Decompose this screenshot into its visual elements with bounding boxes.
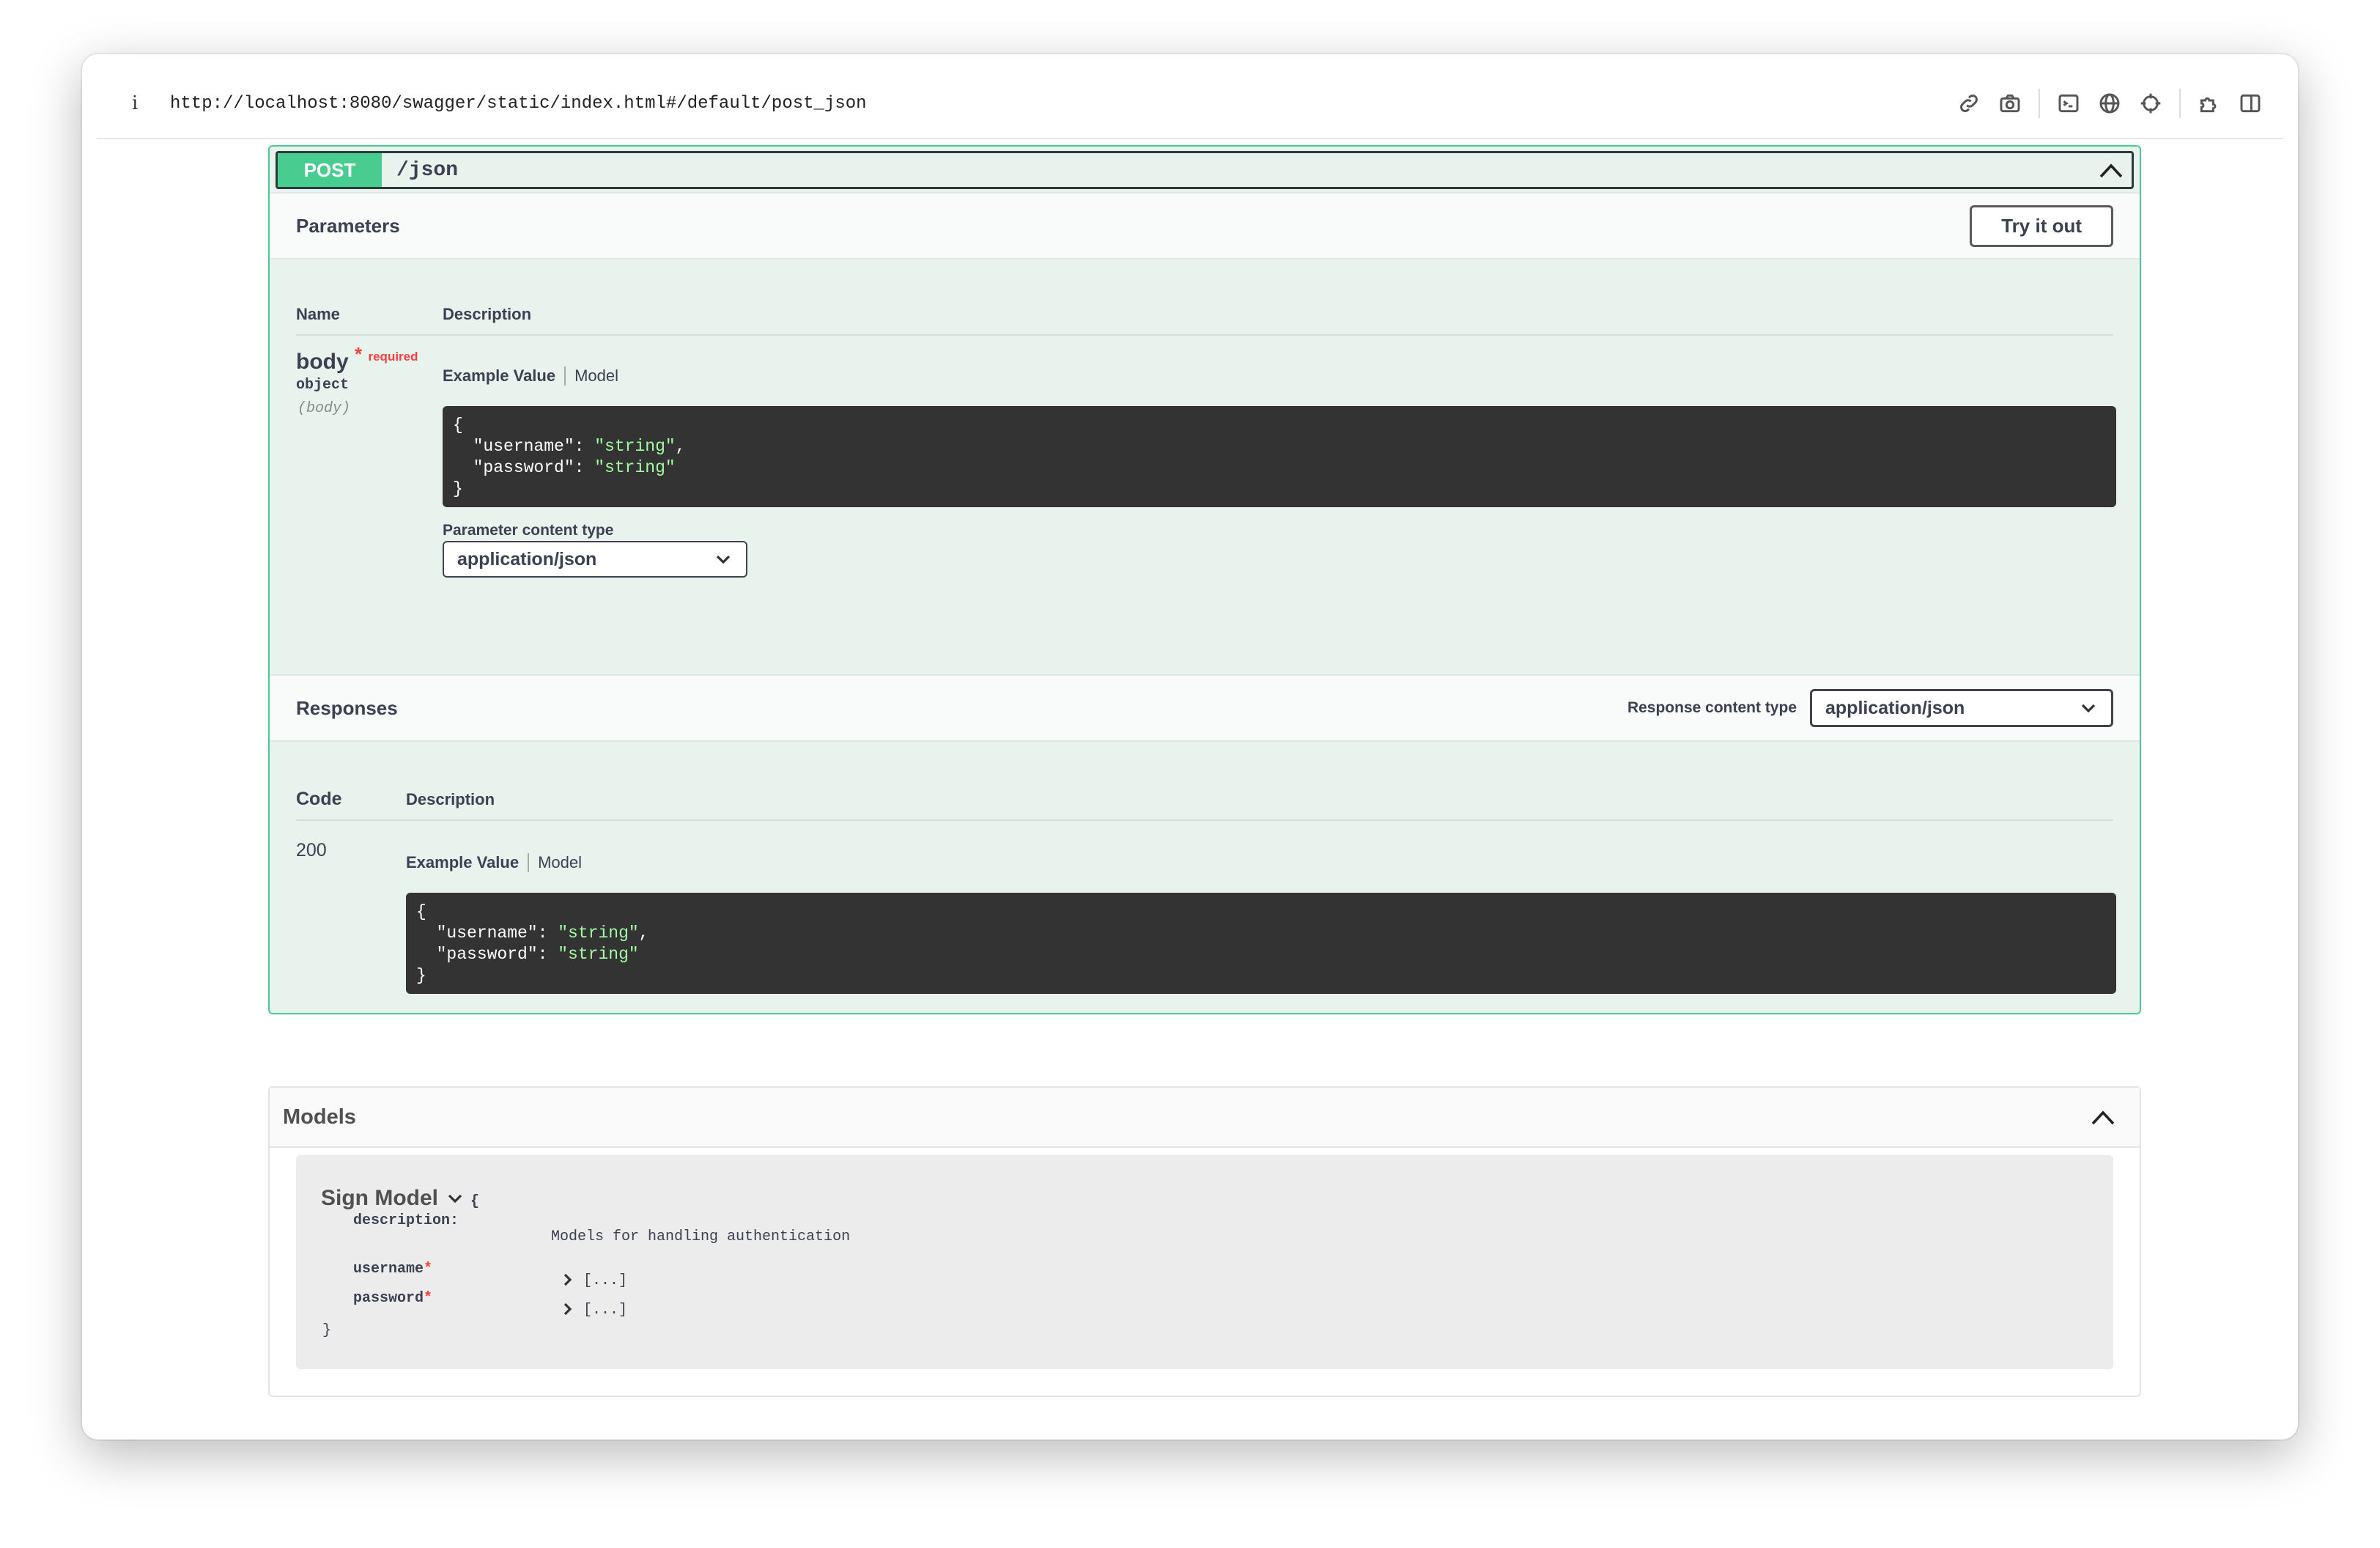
code-line: }: [453, 479, 463, 498]
operation-summary[interactable]: POST /json: [276, 151, 2134, 189]
prop-value-username[interactable]: [...]: [583, 1272, 627, 1289]
chevron-down-icon: [2081, 704, 2096, 713]
code-string: "string": [558, 924, 639, 943]
required-star: *: [424, 1261, 433, 1278]
col-code-header: Code: [296, 789, 342, 809]
method-badge: POST: [278, 153, 382, 187]
responses-header: Responses Response content type applicat…: [270, 674, 2140, 742]
code-key: "password": [473, 458, 574, 477]
response-example-tabs: Example Value Model: [406, 853, 582, 872]
info-icon[interactable]: i: [132, 92, 151, 114]
select-value: application/json: [457, 548, 597, 570]
tab-model[interactable]: Model: [574, 366, 618, 386]
code-key: "username": [473, 437, 574, 456]
operation-path: /json: [396, 158, 459, 182]
select-value: application/json: [1825, 697, 1965, 718]
globe-icon[interactable]: [2097, 91, 2122, 116]
chevron-down-icon: [716, 555, 731, 564]
tab-separator: [564, 366, 566, 386]
url-text[interactable]: http://localhost:8080/swagger/static/ind…: [170, 94, 867, 114]
try-it-out-button[interactable]: Try it out: [1970, 204, 2113, 247]
terminal-icon[interactable]: [2056, 91, 2081, 116]
chevron-up-icon[interactable]: [2088, 1106, 2118, 1128]
param-name: body * required: [296, 343, 418, 375]
code-line: }: [416, 966, 426, 985]
code-key: "username": [436, 924, 538, 943]
response-code: 200: [296, 840, 327, 860]
code-line: "password": "string": [473, 458, 676, 477]
tab-example-value[interactable]: Example Value: [443, 366, 555, 386]
param-type: object: [296, 377, 350, 394]
param-example-tabs: Example Value Model: [443, 366, 618, 386]
param-in: (body): [298, 400, 351, 417]
tab-model[interactable]: Model: [538, 853, 582, 872]
parameters-title: Parameters: [296, 214, 400, 237]
operation-block-post-json: POST /json Parameters Try it out Name De…: [268, 145, 2141, 1014]
browser-window: i http://localhost:8080/swagger/static/i…: [82, 54, 2298, 1440]
models-header[interactable]: Models: [270, 1088, 2140, 1148]
prop-value-password[interactable]: [...]: [583, 1302, 627, 1319]
chevron-up-icon[interactable]: [2096, 159, 2126, 181]
model-title[interactable]: Sign Model {: [321, 1186, 479, 1211]
code-line: {: [416, 902, 426, 921]
toolbar-separator: [2179, 89, 2181, 118]
response-content-type-label: Response content type: [1627, 699, 1797, 716]
code-line: "username": "string",: [436, 924, 649, 943]
parameters-header: Parameters Try it out: [270, 192, 2140, 259]
prop-name: password: [353, 1290, 424, 1307]
prop-name: username: [353, 1261, 424, 1278]
response-example-code: { "username": "string", "password": "str…: [406, 893, 2116, 994]
crosshair-icon[interactable]: [2138, 91, 2163, 116]
model-name: Sign Model: [321, 1186, 438, 1210]
toolbar: [1956, 89, 2263, 118]
model-description-label: description:: [353, 1212, 459, 1229]
tab-separator: [528, 853, 530, 872]
required-star: *: [355, 343, 363, 365]
code-string: "string": [594, 437, 676, 456]
prop-name-password: password*: [353, 1290, 432, 1307]
code-key: "password": [436, 945, 538, 964]
page-content: POST /json Parameters Try it out Name De…: [97, 139, 2283, 1425]
chevron-down-icon: [448, 1194, 462, 1204]
address-bar: i http://localhost:8080/swagger/static/i…: [97, 69, 2283, 139]
model-description-value: Models for handling authentication: [551, 1228, 851, 1245]
toolbar-separator: [2039, 89, 2040, 118]
chevron-right-icon[interactable]: [563, 1302, 573, 1316]
prop-name-username: username*: [353, 1261, 432, 1278]
divider: [296, 819, 2113, 821]
camera-icon[interactable]: [1998, 91, 2022, 116]
code-string: "string": [594, 458, 676, 477]
puzzle-icon[interactable]: [2197, 91, 2222, 116]
model-box-sign-model: Sign Model { description: Models for han…: [296, 1155, 2113, 1369]
responses-title: Responses: [296, 696, 398, 719]
required-label: required: [368, 350, 418, 364]
response-content-type-select[interactable]: application/json: [1810, 689, 2113, 727]
models-section: Models Sign Model { description: Models …: [268, 1086, 2141, 1397]
param-name-text: body: [296, 350, 349, 374]
param-example-code: { "username": "string", "password": "str…: [443, 406, 2116, 507]
param-content-type-select[interactable]: application/json: [443, 541, 747, 578]
brace-close: }: [322, 1322, 332, 1339]
divider: [296, 334, 2113, 336]
col-description-header: Description: [443, 305, 532, 323]
code-line: "password": "string": [436, 945, 639, 964]
brace-open: {: [470, 1193, 480, 1210]
chevron-right-icon[interactable]: [563, 1272, 573, 1287]
code-line: "username": "string",: [473, 437, 686, 456]
sidebar-icon[interactable]: [2238, 91, 2263, 116]
tab-example-value[interactable]: Example Value: [406, 853, 519, 872]
param-content-type-label: Parameter content type: [443, 522, 614, 539]
code-line: {: [453, 416, 463, 435]
col-name-header: Name: [296, 305, 340, 323]
col-description-header: Description: [406, 790, 495, 808]
code-string: "string": [558, 945, 639, 964]
models-title: Models: [283, 1105, 356, 1129]
required-star: *: [424, 1290, 433, 1307]
link-icon[interactable]: [1956, 91, 1981, 116]
